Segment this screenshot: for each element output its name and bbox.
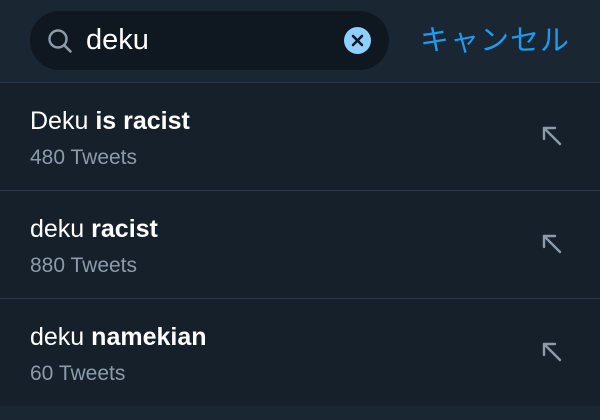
suggestion-highlight: racist (91, 215, 158, 243)
suggestion-tweet-count: 880 Tweets (30, 254, 138, 277)
arrow-up-left-icon[interactable] (540, 124, 564, 148)
suggestion-tweet-count: 480 Tweets (30, 146, 138, 169)
clear-search-button[interactable] (344, 27, 371, 54)
next-row-edge (0, 406, 600, 420)
arrow-up-left-icon[interactable] (540, 232, 564, 256)
search-input[interactable] (86, 22, 336, 59)
search-box[interactable] (30, 11, 389, 70)
search-icon (47, 28, 73, 54)
suggestion-highlight: namekian (91, 323, 207, 351)
search-suggestion-row[interactable]: deku racist 880 Tweets (0, 191, 600, 299)
arrow-up-left-icon[interactable] (540, 340, 564, 364)
search-suggestion-row[interactable]: deku namekian 60 Tweets (0, 299, 600, 407)
clear-icon (351, 34, 364, 47)
search-suggestion-row[interactable]: Deku is racist 480 Tweets (0, 83, 600, 191)
suggestion-prefix: deku (30, 323, 85, 351)
search-screen: キャンセル Deku is racist 480 Tweets deku rac… (0, 0, 600, 420)
suggestion-prefix: deku (30, 215, 85, 243)
suggestion-title: deku namekian (30, 322, 207, 352)
suggestion-highlight: is racist (95, 107, 190, 135)
suggestion-title: deku racist (30, 214, 158, 244)
search-header: キャンセル (0, 0, 600, 82)
cancel-button[interactable]: キャンセル (420, 22, 570, 59)
suggestion-tweet-count: 60 Tweets (30, 362, 126, 385)
suggestion-title: Deku is racist (30, 106, 190, 136)
suggestion-prefix: Deku (30, 107, 89, 135)
